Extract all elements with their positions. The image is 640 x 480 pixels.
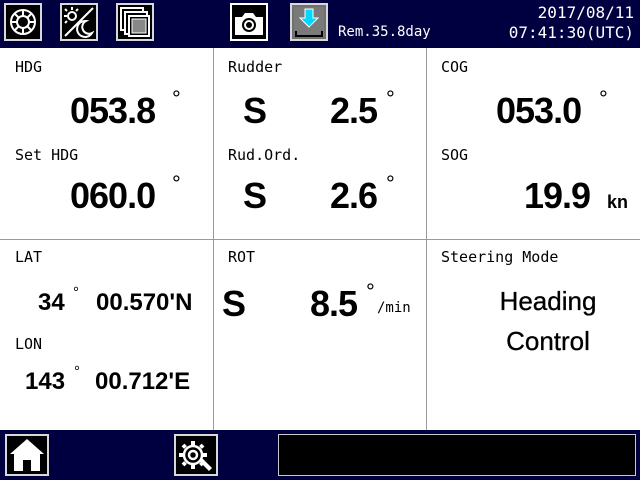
stacked-windows-icon — [120, 7, 150, 37]
sog-label: SOG — [441, 146, 469, 164]
camera-button[interactable] — [230, 3, 268, 41]
rud-ord-value: 2.6 — [330, 175, 378, 216]
day-night-button[interactable] — [60, 3, 98, 41]
sog-value: 19.9 — [524, 175, 591, 216]
rud-ord-label: Rud.Ord. — [228, 146, 301, 164]
steering-mode-label: Steering Mode — [441, 248, 559, 266]
rot-value: 8.5 — [310, 283, 358, 324]
lon-degrees: 143 — [25, 368, 66, 395]
set-hdg-degree: ° — [172, 171, 181, 196]
lat-degree-symbol: ° — [73, 284, 79, 301]
set-hdg-value: 060.0 — [70, 175, 156, 216]
cog-label: COG — [441, 58, 469, 76]
rudder-value: 2.5 — [330, 90, 378, 131]
remaining-days: Rem.35.8day — [338, 24, 431, 40]
hdg-degree: ° — [172, 86, 181, 111]
bottom-toolbar — [0, 430, 640, 480]
message-box — [278, 434, 636, 476]
cog-degree: ° — [599, 86, 608, 111]
day-night-icon — [64, 7, 95, 38]
lat-label: LAT — [15, 248, 43, 266]
rud-ord-degree: ° — [386, 171, 395, 196]
rud-ord-side: S — [243, 175, 267, 216]
rot-label: ROT — [228, 248, 256, 266]
set-hdg-label: Set HDG — [15, 146, 79, 164]
settings-gear-icon — [179, 441, 212, 471]
rudder-degree: ° — [386, 86, 395, 111]
window-switch-button[interactable] — [116, 3, 154, 41]
divider-horizontal — [0, 239, 640, 240]
cog-value: 053.0 — [496, 90, 582, 131]
sun-icon — [10, 9, 36, 35]
lon-minutes: 00.712'E — [95, 368, 191, 395]
download-icon — [294, 7, 324, 37]
sog-unit: kn — [607, 192, 629, 212]
lon-label: LON — [15, 335, 43, 353]
steering-mode-line2: Control — [506, 326, 590, 356]
lon-degree-symbol: ° — [74, 363, 80, 380]
download-button[interactable] — [290, 3, 328, 41]
rudder-label: Rudder — [228, 58, 283, 76]
top-toolbar: Rem.35.8day 2017/08/11 07:41:30(UTC) — [0, 0, 640, 48]
lat-minutes: 00.570'N — [96, 289, 193, 316]
rudder-side: S — [243, 90, 267, 131]
date-text: 2017/08/11 — [537, 3, 634, 22]
time-text: 07:41:30(UTC) — [508, 23, 634, 42]
lat-degrees: 34 — [38, 289, 65, 316]
rot-side: S — [222, 283, 246, 324]
rot-degree: ° — [366, 279, 375, 304]
home-icon — [10, 439, 44, 471]
rot-unit: /min — [377, 300, 411, 316]
camera-icon — [235, 13, 263, 35]
hdg-label: HDG — [15, 58, 43, 76]
steering-mode-line1: Heading — [499, 286, 597, 316]
settings-button[interactable] — [174, 434, 218, 476]
hdg-value: 053.8 — [70, 90, 156, 131]
brightness-button[interactable] — [4, 3, 42, 41]
utc-datetime: 2017/08/11 07:41:30(UTC) — [509, 3, 634, 43]
home-button[interactable] — [5, 434, 49, 476]
